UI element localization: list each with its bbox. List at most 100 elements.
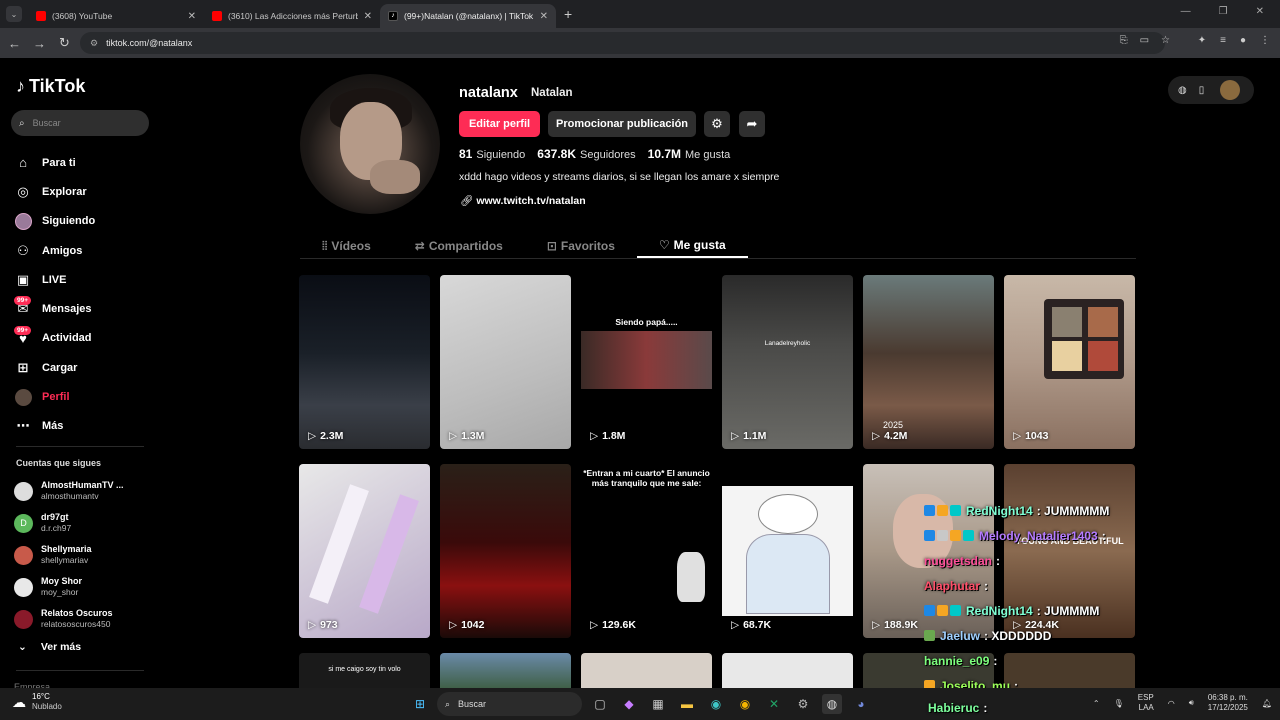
sidebar-item-mas[interactable]: ⋯ Más xyxy=(14,412,154,441)
search-input[interactable]: ⌕ Buscar xyxy=(11,110,149,136)
edit-profile-button[interactable]: Editar perfil xyxy=(459,111,540,137)
discord-icon[interactable]: ◕ xyxy=(851,694,871,714)
following-username: d.r.ch97 xyxy=(41,523,72,533)
search-icon: ⌕ xyxy=(19,117,25,129)
following-item[interactable]: Ddr97gt d.r.ch97 xyxy=(14,507,124,539)
copilot-icon[interactable]: ◆ xyxy=(619,694,639,714)
tiktok-logo[interactable]: ♪ TikTok xyxy=(16,76,85,97)
extensions-icon[interactable]: ✦ xyxy=(1198,35,1206,46)
chevron-up-icon[interactable]: ⌃ xyxy=(1093,699,1100,708)
video-card[interactable]: *Entran a mi cuarto* El anuncio más tran… xyxy=(581,464,712,638)
tab-compartidos[interactable]: ⇄ Compartidos xyxy=(393,234,525,258)
toolbar-right: ✦ ≡ ● ⋮ xyxy=(1198,35,1270,46)
cast-icon[interactable]: ▭ xyxy=(1140,35,1149,46)
video-card[interactable]: ▷ 68.7K xyxy=(722,464,853,638)
translate-icon[interactable]: ⎘ xyxy=(1120,35,1128,46)
reload-icon[interactable]: ↻ xyxy=(52,35,77,51)
following-count[interactable]: 81 Siguiendo xyxy=(459,147,525,161)
close-tab-icon[interactable]: ✕ xyxy=(188,11,196,22)
video-caption: si me caigo soy tin volo xyxy=(328,666,401,673)
video-card[interactable] xyxy=(581,653,712,693)
volume-icon[interactable]: 🔊︎ xyxy=(1189,698,1194,708)
wifi-icon[interactable]: ◠ xyxy=(1168,699,1175,708)
coins-icon[interactable]: ◍ xyxy=(1178,85,1187,96)
steam-icon[interactable]: ⚙ xyxy=(793,694,813,714)
following-item[interactable]: AlmostHumanTV ... almosthumantv xyxy=(14,475,124,507)
sidebar-item-live[interactable]: ▣ LIVE xyxy=(14,265,154,294)
task-view-icon[interactable]: ▢ xyxy=(590,694,610,714)
minimize-icon[interactable]: — xyxy=(1181,6,1191,17)
address-bar[interactable]: ⚙ tiktok.com/@natalanx xyxy=(80,32,1165,54)
sidebar-item-mensajes[interactable]: ✉ 99+ Mensajes xyxy=(14,294,154,323)
avatar xyxy=(14,577,33,597)
chrome-icon[interactable]: ◉ xyxy=(735,694,755,714)
avatar xyxy=(14,545,33,565)
site-info-icon[interactable]: ⚙ xyxy=(90,38,98,49)
sidebar-item-para-ti[interactable]: ⌂ Para ti xyxy=(14,148,154,177)
promote-post-button[interactable]: Promocionar publicación xyxy=(548,111,696,137)
video-card[interactable]: Lanadelreyholic ▷ 1.1M xyxy=(722,275,853,449)
video-card[interactable]: ▷ 1043 xyxy=(1004,275,1135,449)
tab-videos[interactable]: ⦙⦙ Vídeos xyxy=(300,234,393,258)
profile-icon[interactable]: ● xyxy=(1240,35,1246,46)
obs-icon[interactable]: ◍ xyxy=(822,694,842,714)
sidebar-item-actividad[interactable]: ♥ 99+ Actividad xyxy=(14,324,154,353)
video-card[interactable] xyxy=(722,653,853,693)
tab-me-gusta[interactable]: ♡ Me gusta xyxy=(636,234,748,258)
profile-tabs: ⦙⦙ Vídeos ⇄ Compartidos ⊡ Favoritos ♡ Me gus… xyxy=(300,234,748,258)
language-indicator[interactable]: ESP LAA xyxy=(1138,693,1154,713)
phone-icon[interactable]: ▯ xyxy=(1199,85,1205,96)
edge-icon[interactable]: ◉ xyxy=(706,694,726,714)
sidebar-item-siguiendo[interactable]: Siguiendo xyxy=(14,207,154,236)
share-button[interactable]: ➦ xyxy=(739,111,765,137)
following-item[interactable]: Shellymaria shellymariav xyxy=(14,539,124,571)
video-card[interactable]: ▷ 2.3M xyxy=(299,275,430,449)
sidebar-item-amigos[interactable]: ⚇ Amigos xyxy=(14,236,154,265)
video-card[interactable]: Siendo papá..... ▷ 1.8M xyxy=(581,275,712,449)
profile-avatar[interactable] xyxy=(300,74,440,214)
notifications-icon[interactable]: 🔔︎ xyxy=(1262,699,1272,708)
account-avatar[interactable] xyxy=(1220,80,1241,100)
store-icon[interactable]: ▦ xyxy=(648,694,668,714)
see-more-button[interactable]: ⌄ Ver más xyxy=(18,641,81,653)
following-name: Relatos Oscuros xyxy=(41,608,113,618)
tab-favoritos[interactable]: ⊡ Favoritos xyxy=(525,234,637,258)
video-card[interactable]: ▷ 1.3M xyxy=(440,275,571,449)
close-window-icon[interactable]: ✕ xyxy=(1256,6,1264,17)
excel-icon[interactable]: ✕ xyxy=(764,694,784,714)
followers-count[interactable]: 637.8K Seguidores xyxy=(537,147,635,161)
forward-icon[interactable]: → xyxy=(27,36,52,51)
following-item[interactable]: Relatos Oscuros relatososcuros450 xyxy=(14,603,124,635)
file-explorer-icon[interactable]: ▬ xyxy=(677,694,697,714)
close-tab-icon[interactable]: ✕ xyxy=(540,11,548,22)
profile-link[interactable]: 🔗︎ www.twitch.tv/natalan xyxy=(460,194,586,207)
stat-label: Siguiendo xyxy=(476,149,526,161)
maximize-icon[interactable]: ❐ xyxy=(1219,6,1228,17)
browser-tab-youtube[interactable]: (3608) YouTube ✕ xyxy=(28,4,204,28)
video-card[interactable]: 2025 ▷ 4.2M xyxy=(863,275,994,449)
video-card[interactable] xyxy=(440,653,571,693)
bookmark-star-icon[interactable]: ☆ xyxy=(1161,35,1170,46)
new-tab-icon[interactable]: + xyxy=(564,6,572,22)
browser-tab-tiktok[interactable]: ♪ (99+)Natalan (@natalanx) | TikTok ✕ xyxy=(380,4,556,28)
back-icon[interactable]: ← xyxy=(2,36,27,51)
video-card[interactable]: si me caigo soy tin volo xyxy=(299,653,430,693)
sidebar-item-cargar[interactable]: ⊞ Cargar xyxy=(14,353,154,382)
browser-menu-icon[interactable]: ⋮ xyxy=(1260,35,1270,46)
browser-tab-youtube-2[interactable]: (3610) Las Adicciones más Perturbadoras … xyxy=(204,4,380,28)
taskbar-search[interactable]: ⌕ Buscar xyxy=(437,692,582,716)
sidebar-item-explorar[interactable]: ◎ Explorar xyxy=(14,177,154,206)
video-card[interactable]: ▷ 973 xyxy=(299,464,430,638)
tab-search-icon[interactable]: ⌄ xyxy=(6,6,22,22)
following-item[interactable]: Moy Shor moy_shor xyxy=(14,571,124,603)
unread-badge: 99+ xyxy=(14,296,32,306)
sidebar-item-perfil[interactable]: Perfil xyxy=(14,382,154,411)
windows-start-icon[interactable]: ⊞ xyxy=(410,694,430,714)
microphone-icon[interactable]: 🎙︎ xyxy=(1114,699,1124,708)
close-tab-icon[interactable]: ✕ xyxy=(364,11,372,22)
clock[interactable]: 06:38 p. m. 17/12/2025 xyxy=(1208,693,1248,713)
settings-button[interactable]: ⚙ xyxy=(704,111,730,137)
reading-list-icon[interactable]: ≡ xyxy=(1220,35,1226,46)
video-card[interactable]: ▷ 1042 xyxy=(440,464,571,638)
weather-widget[interactable]: ☁ 16°C Nublado xyxy=(12,692,62,712)
